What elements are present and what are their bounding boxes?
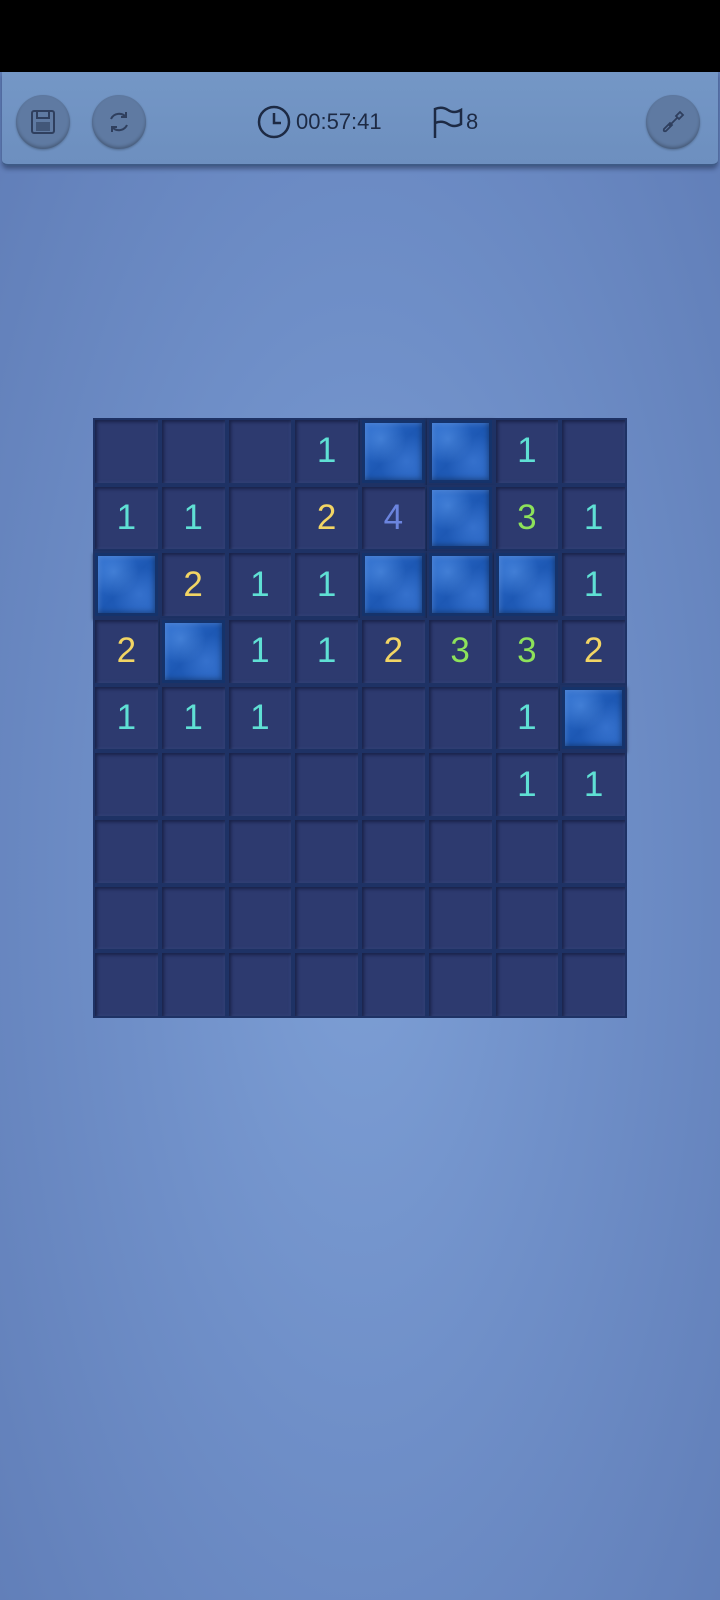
number-cell[interactable]: 3	[426, 617, 494, 685]
shovel-icon	[662, 110, 685, 133]
unrevealed-cell[interactable]	[360, 551, 427, 618]
number-cell[interactable]: 3	[493, 617, 561, 685]
empty-cell[interactable]	[360, 951, 427, 1018]
number-cell[interactable]: 1	[493, 684, 561, 752]
empty-cell[interactable]	[293, 951, 360, 1018]
number-cell[interactable]: 4	[360, 484, 427, 552]
flag-count: 8	[466, 109, 479, 134]
empty-cell[interactable]	[360, 817, 427, 885]
number-cell[interactable]: 1	[159, 684, 227, 752]
flag-icon	[433, 106, 463, 138]
empty-cell[interactable]	[426, 951, 494, 1018]
restart-icon	[110, 112, 128, 132]
empty-cell[interactable]	[293, 751, 360, 818]
empty-cell[interactable]	[426, 751, 494, 818]
empty-cell[interactable]	[426, 884, 494, 952]
empty-cell[interactable]	[226, 884, 294, 952]
empty-cell[interactable]	[159, 751, 227, 818]
empty-cell[interactable]	[493, 884, 561, 952]
empty-cell[interactable]	[226, 951, 294, 1018]
empty-cell[interactable]	[293, 684, 360, 752]
toolbar: 00:57:41 8	[2, 72, 718, 166]
empty-cell[interactable]	[93, 884, 160, 952]
number-cell[interactable]: 2	[93, 617, 160, 685]
empty-cell[interactable]	[426, 817, 494, 885]
unrevealed-cell[interactable]	[159, 617, 227, 685]
empty-cell[interactable]	[360, 884, 427, 952]
number-cell[interactable]: 1	[93, 484, 160, 552]
empty-cell[interactable]	[93, 751, 160, 818]
empty-cell[interactable]	[226, 751, 294, 818]
number-cell[interactable]: 1	[293, 551, 360, 618]
unrevealed-cell[interactable]	[426, 418, 494, 485]
empty-cell[interactable]	[360, 684, 427, 752]
unrevealed-cell[interactable]	[560, 684, 627, 752]
empty-cell[interactable]	[226, 484, 294, 552]
unrevealed-cell[interactable]	[426, 551, 494, 618]
unrevealed-cell[interactable]	[426, 484, 494, 552]
empty-cell[interactable]	[93, 951, 160, 1018]
empty-cell[interactable]	[293, 817, 360, 885]
empty-cell[interactable]	[560, 884, 627, 952]
unrevealed-cell[interactable]	[360, 418, 427, 485]
empty-cell[interactable]	[93, 418, 160, 485]
number-cell[interactable]: 1	[93, 684, 160, 752]
number-cell[interactable]: 1	[226, 617, 294, 685]
empty-cell[interactable]	[560, 418, 627, 485]
number-cell[interactable]: 3	[493, 484, 561, 552]
clock-icon	[257, 105, 291, 139]
empty-cell[interactable]	[159, 884, 227, 952]
restart-button[interactable]	[92, 95, 146, 149]
empty-cell[interactable]	[93, 817, 160, 885]
empty-cell[interactable]	[493, 817, 561, 885]
empty-cell[interactable]	[360, 751, 427, 818]
save-icon	[31, 110, 55, 134]
empty-cell[interactable]	[560, 817, 627, 885]
empty-cell[interactable]	[226, 817, 294, 885]
flag-counter: 8	[430, 102, 478, 142]
empty-cell[interactable]	[493, 951, 561, 1018]
empty-cell[interactable]	[159, 418, 227, 485]
number-cell[interactable]: 2	[560, 617, 627, 685]
save-button[interactable]	[16, 95, 70, 149]
unrevealed-cell[interactable]	[93, 551, 160, 618]
number-cell[interactable]: 2	[360, 617, 427, 685]
tool-toggle-button[interactable]	[646, 95, 700, 149]
empty-cell[interactable]	[159, 817, 227, 885]
minefield-board: 1111243121112112332111111	[93, 418, 627, 1018]
number-cell[interactable]: 1	[293, 617, 360, 685]
number-cell[interactable]: 1	[159, 484, 227, 552]
number-cell[interactable]: 1	[493, 751, 561, 818]
unrevealed-cell[interactable]	[493, 551, 561, 618]
empty-cell[interactable]	[293, 884, 360, 952]
timer-value: 00:57:41	[296, 109, 382, 134]
number-cell[interactable]: 1	[560, 551, 627, 618]
number-cell[interactable]: 2	[159, 551, 227, 618]
empty-cell[interactable]	[226, 418, 294, 485]
number-cell[interactable]: 1	[226, 551, 294, 618]
number-cell[interactable]: 1	[560, 751, 627, 818]
number-cell[interactable]: 1	[226, 684, 294, 752]
empty-cell[interactable]	[159, 951, 227, 1018]
number-cell[interactable]: 1	[560, 484, 627, 552]
number-cell[interactable]: 1	[293, 418, 360, 485]
empty-cell[interactable]	[426, 684, 494, 752]
number-cell[interactable]: 1	[493, 418, 561, 485]
status-bar	[0, 0, 720, 72]
timer: 00:57:41	[256, 102, 382, 142]
number-cell[interactable]: 2	[293, 484, 360, 552]
empty-cell[interactable]	[560, 951, 627, 1018]
